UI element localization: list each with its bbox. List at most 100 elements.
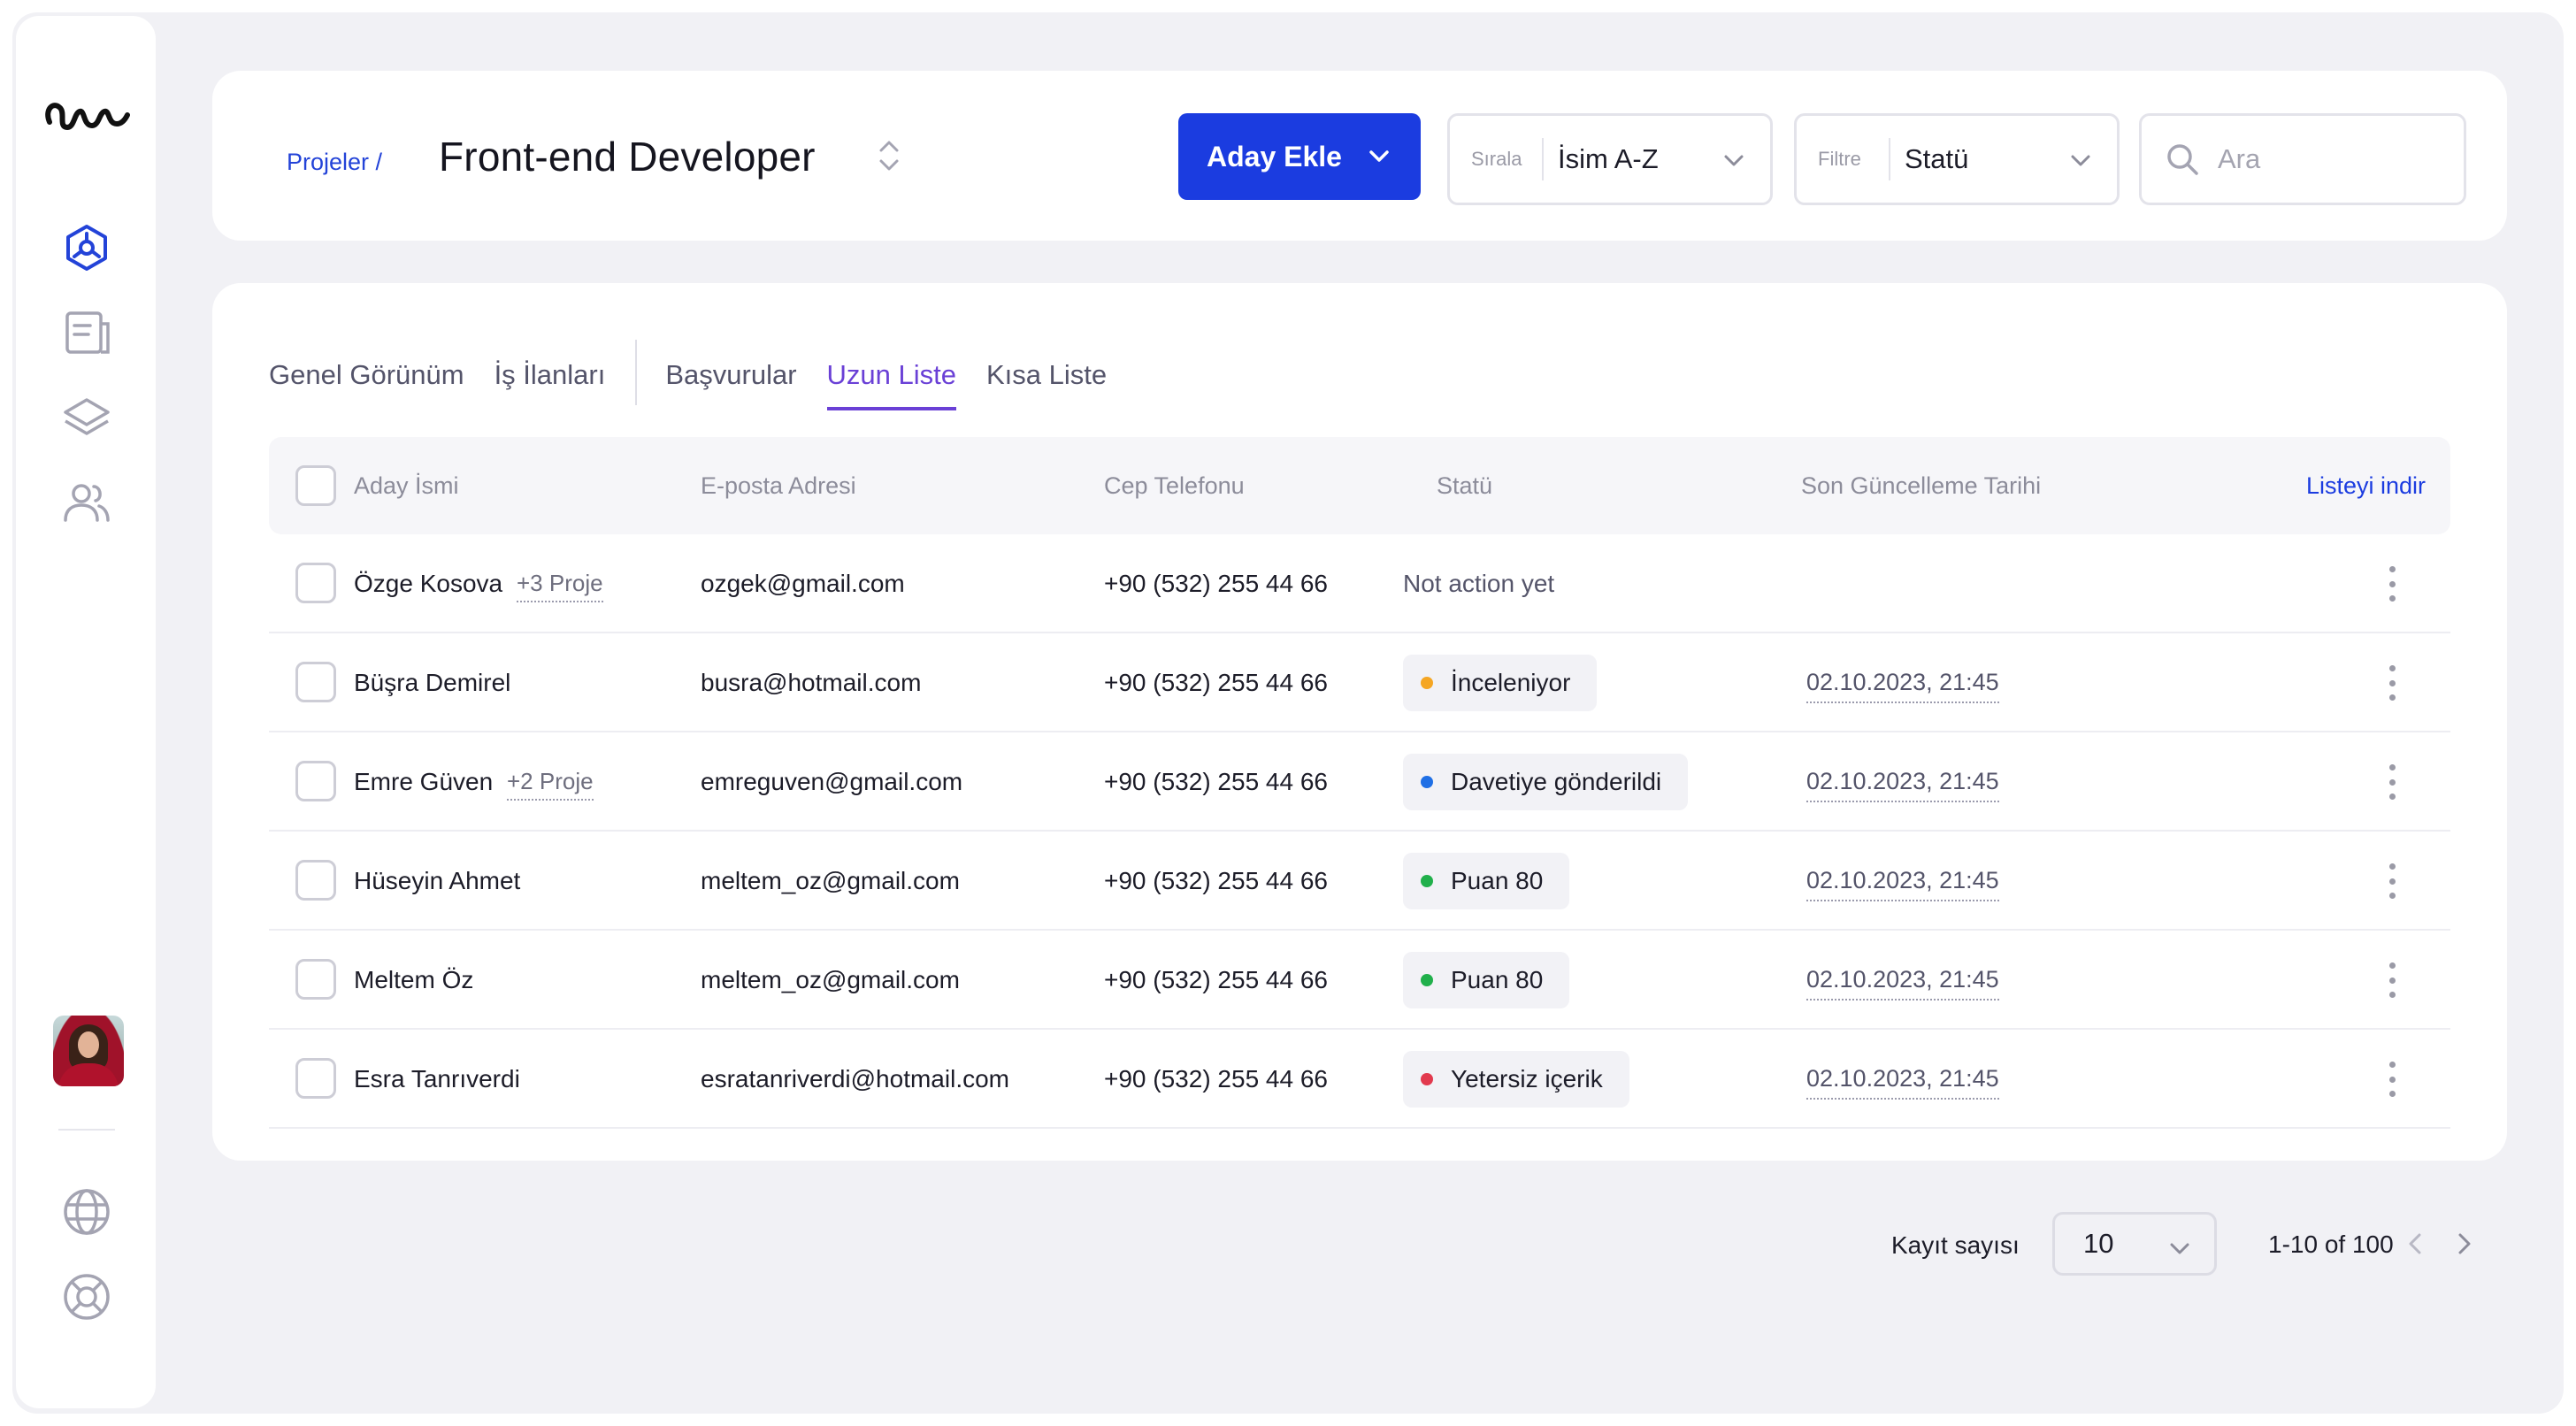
column-header-status[interactable]: Statü [1437, 472, 1492, 500]
table-row[interactable]: Esra Tanrıverdi esratanriverdi@hotmail.co… [269, 1030, 2450, 1129]
globe-icon[interactable] [60, 1185, 113, 1238]
column-header-email[interactable]: E-posta Adresi [701, 472, 856, 500]
last-updated-date[interactable]: 02.10.2023, 21:45 [1806, 768, 1999, 802]
tab-applications[interactable]: Başvurular [665, 338, 796, 407]
candidate-email: meltem_oz@gmail.com [701, 867, 960, 894]
status-dot [1421, 677, 1433, 689]
header-bar: Projeler / Front-end Developer Aday Ekle… [212, 71, 2507, 241]
page-size-select[interactable]: 10 [2052, 1212, 2217, 1276]
candidate-name[interactable]: Özge Kosova [354, 570, 502, 598]
users-icon[interactable] [60, 476, 113, 529]
app-frame: Projeler / Front-end Developer Aday Ekle… [12, 12, 2564, 1414]
table-row[interactable]: Büşra Demirel busra@hotmail.com +90 (532) … [269, 633, 2450, 732]
search-icon [2167, 144, 2198, 175]
column-header-phone[interactable]: Cep Telefonu [1104, 472, 1245, 500]
candidate-name[interactable]: Esra Tanrıverdi [354, 1065, 520, 1093]
filter-label: Filtre [1818, 148, 1861, 170]
project-count-link[interactable]: +3 Proje [517, 570, 603, 602]
sort-select[interactable]: Sırala İsim A-Z [1447, 113, 1773, 205]
candidate-email: ozgek@gmail.com [701, 570, 905, 597]
page-size-value: 10 [2083, 1228, 2114, 1259]
candidate-phone: +90 (532) 255 44 66 [1104, 1065, 1328, 1092]
row-checkbox[interactable] [295, 1058, 336, 1099]
candidate-email: meltem_oz@gmail.com [701, 966, 960, 993]
status-label: Puan 80 [1451, 966, 1544, 993]
last-updated-date[interactable]: 02.10.2023, 21:45 [1806, 966, 1999, 1000]
more-options-icon[interactable] [2385, 764, 2399, 800]
tab-long-list[interactable]: Uzun Liste [826, 338, 956, 410]
search-input[interactable] [2218, 143, 2430, 175]
prev-page-button[interactable] [2401, 1226, 2429, 1261]
logo-icon[interactable] [42, 87, 131, 140]
status-dot [1421, 776, 1433, 788]
select-all-checkbox[interactable] [295, 465, 336, 506]
candidate-phone: +90 (532) 255 44 66 [1104, 867, 1328, 894]
candidate-phone: +90 (532) 255 44 66 [1104, 768, 1328, 795]
projects-icon[interactable] [60, 221, 113, 274]
sort-label: Sırala [1471, 148, 1522, 170]
table-row[interactable]: Meltem Öz meltem_oz@gmail.com +90 (532) 25… [269, 931, 2450, 1030]
candidate-name[interactable]: Büşra Demirel [354, 669, 510, 697]
status-badge: Puan 80 [1403, 853, 1570, 909]
status-badge: İnceleniyor [1403, 655, 1598, 711]
last-updated-date[interactable]: 02.10.2023, 21:45 [1806, 1065, 1999, 1100]
next-page-button[interactable] [2450, 1226, 2479, 1261]
tab-short-list[interactable]: Kısa Liste [986, 338, 1107, 407]
candidate-panel: Genel Görünüm İş İlanları Başvurular Uzu… [212, 283, 2507, 1161]
table-row[interactable]: Emre Güven +2 Proje emreguven@gmail.com +90… [269, 732, 2450, 832]
add-candidate-button[interactable]: Aday Ekle [1178, 113, 1421, 200]
candidate-name[interactable]: Emre Güven [354, 768, 493, 796]
row-checkbox[interactable] [295, 761, 336, 801]
more-options-icon[interactable] [2385, 566, 2399, 602]
row-checkbox[interactable] [295, 563, 336, 603]
more-options-icon[interactable] [2385, 665, 2399, 701]
row-checkbox[interactable] [295, 959, 336, 1000]
chevron-down-icon [2071, 155, 2090, 166]
avatar[interactable] [53, 1016, 124, 1086]
table-header: Aday İsmi E-posta Adresi Cep Telefonu St… [269, 437, 2450, 534]
tab-job-postings[interactable]: İş İlanları [494, 338, 606, 407]
row-checkbox[interactable] [295, 662, 336, 702]
table-row[interactable]: Hüseyin Ahmet meltem_oz@gmail.com +90 (532… [269, 832, 2450, 931]
row-checkbox[interactable] [295, 860, 336, 901]
sort-value: İsim A-Z [1558, 143, 1659, 174]
support-icon[interactable] [60, 1270, 113, 1323]
documents-icon[interactable] [60, 306, 113, 359]
page-range: 1-10 of 100 [2268, 1230, 2394, 1258]
candidate-email: emreguven@gmail.com [701, 768, 963, 795]
table-row[interactable]: Özge Kosova +3 Proje ozgek@gmail.com +90 (5… [269, 534, 2450, 633]
candidate-phone: +90 (532) 255 44 66 [1104, 570, 1328, 597]
chevron-down-icon [1724, 155, 1744, 166]
sidebar [16, 16, 156, 1408]
page-title: Front-end Developer [439, 134, 816, 180]
records-label: Kayıt sayısı [1891, 1231, 2020, 1259]
candidate-name[interactable]: Meltem Öz [354, 966, 473, 994]
layers-icon[interactable] [60, 391, 113, 444]
status-label: Puan 80 [1451, 867, 1544, 894]
status-badge: Puan 80 [1403, 952, 1570, 1008]
status-dot [1421, 875, 1433, 887]
tab-overview[interactable]: Genel Görünüm [269, 338, 464, 407]
download-list-link[interactable]: Listeyi indir [2306, 472, 2426, 500]
chevron-up-down-icon[interactable] [876, 136, 902, 175]
last-updated-date[interactable]: 02.10.2023, 21:45 [1806, 867, 1999, 901]
status-badge: Yetersiz içerik [1403, 1051, 1629, 1108]
filter-value: Statü [1905, 143, 1969, 174]
last-updated-date[interactable]: 02.10.2023, 21:45 [1806, 669, 1999, 703]
filter-select[interactable]: Filtre Statü [1794, 113, 2120, 205]
candidate-email: busra@hotmail.com [701, 669, 922, 696]
status-label: İnceleniyor [1451, 669, 1571, 696]
more-options-icon[interactable] [2385, 863, 2399, 899]
column-header-name[interactable]: Aday İsmi [354, 472, 459, 500]
chevron-down-icon [1369, 150, 1389, 162]
sidebar-divider [58, 1129, 115, 1131]
search-box [2139, 113, 2466, 205]
breadcrumb[interactable]: Projeler / [287, 149, 382, 176]
column-header-updated[interactable]: Son Güncelleme Tarihi [1801, 472, 2041, 500]
more-options-icon[interactable] [2385, 962, 2399, 998]
more-options-icon[interactable] [2385, 1062, 2399, 1097]
candidate-phone: +90 (532) 255 44 66 [1104, 669, 1328, 696]
status-dot [1421, 974, 1433, 986]
candidate-name[interactable]: Hüseyin Ahmet [354, 867, 520, 895]
project-count-link[interactable]: +2 Proje [507, 768, 594, 801]
